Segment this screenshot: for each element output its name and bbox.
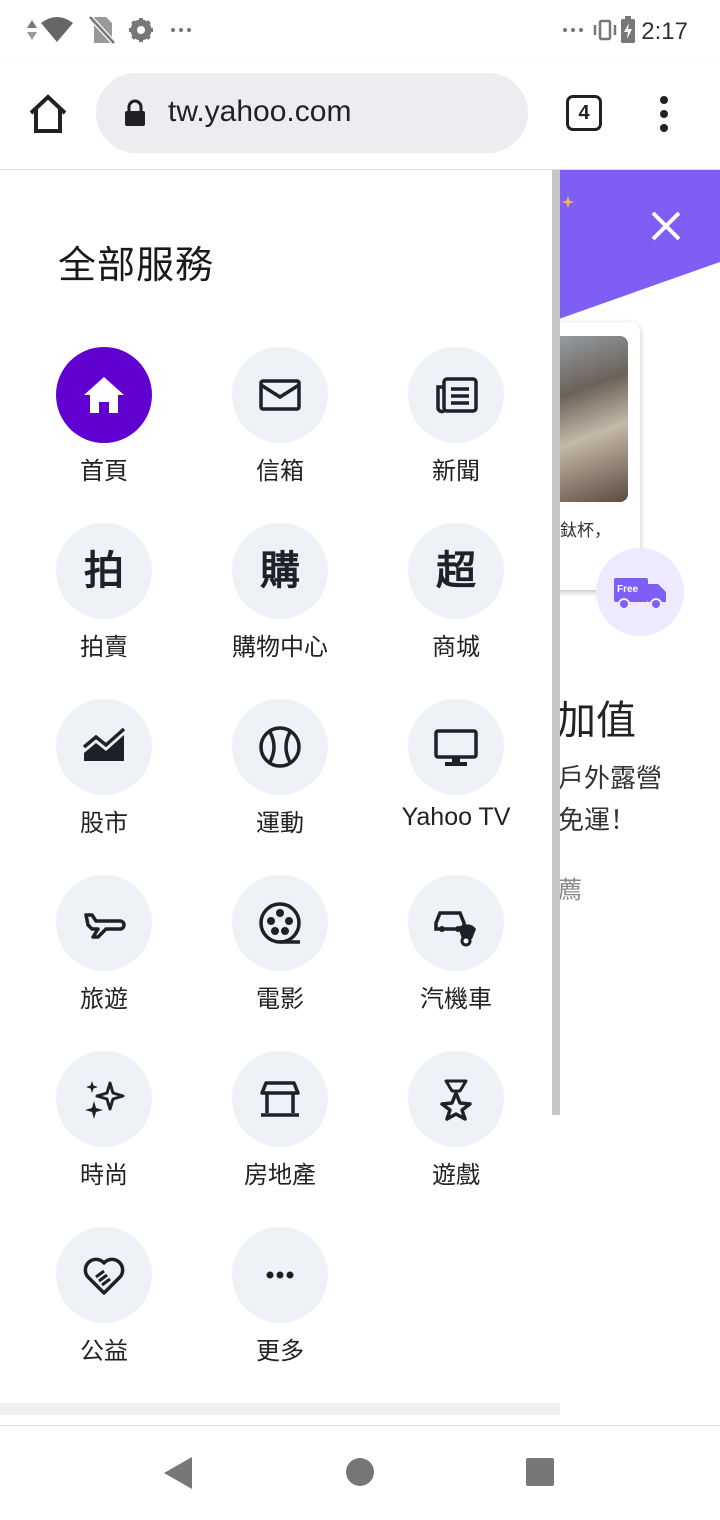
- service-sports[interactable]: 運動: [192, 699, 368, 875]
- tab-count: 4: [578, 101, 590, 124]
- service-stock[interactable]: 股市: [16, 699, 192, 875]
- service-realestate[interactable]: 房地產: [192, 1051, 368, 1227]
- browser-toolbar: tw.yahoo.com 4: [0, 64, 720, 170]
- home-icon: [29, 94, 67, 133]
- service-label: 運動: [256, 809, 304, 837]
- promo-card-text: 鈦杯，: [560, 521, 611, 541]
- promo-headline: 加值: [556, 698, 636, 744]
- service-more[interactable]: 更多: [192, 1227, 368, 1403]
- free-shipping-badge[interactable]: Free: [596, 548, 684, 636]
- tv-monitor-icon: [408, 699, 504, 795]
- drawer-title: 全部服務: [58, 243, 215, 287]
- service-label: 商城: [432, 633, 480, 661]
- signal-arrows-icon: [26, 14, 38, 46]
- service-fashion[interactable]: 時尚: [16, 1051, 192, 1227]
- mall-icon: 超: [408, 523, 504, 619]
- service-label: 電影: [256, 985, 304, 1013]
- service-label: 時尚: [80, 1161, 128, 1189]
- shopping-icon: 購: [232, 523, 328, 619]
- service-movies[interactable]: 電影: [192, 875, 368, 1051]
- service-label: 購物中心: [232, 633, 328, 661]
- home-button[interactable]: [26, 92, 70, 136]
- service-label: 更多: [256, 1337, 304, 1365]
- status-bar: 2:17: [0, 0, 720, 64]
- promo-banner: [556, 170, 720, 320]
- product-photo: [556, 336, 628, 502]
- service-news[interactable]: 新聞: [368, 347, 544, 523]
- more-dots-icon: [170, 14, 192, 46]
- service-label: 房地產: [244, 1161, 316, 1189]
- service-yahoo-tv[interactable]: Yahoo TV: [368, 699, 544, 875]
- service-label: 首頁: [80, 457, 128, 485]
- service-label: 新聞: [432, 457, 480, 485]
- free-badge-text: Free: [617, 584, 639, 595]
- truck-icon: Free: [614, 578, 666, 610]
- all-services-drawer: 全部服務 首頁 信箱 新聞 拍 拍賣 購 購物中心 超 商城 股市 運動 Yah…: [0, 170, 556, 1410]
- mail-icon: [232, 347, 328, 443]
- drawer-scrollbar[interactable]: [552, 170, 560, 1115]
- status-time: 2:17: [641, 18, 688, 45]
- promo-small: 薦: [558, 876, 582, 904]
- back-triangle-icon: [164, 1457, 192, 1489]
- home-icon: [56, 347, 152, 443]
- service-label: 遊戲: [432, 1161, 480, 1189]
- service-autos[interactable]: 汽機車: [368, 875, 544, 1051]
- game-star-icon: [408, 1051, 504, 1147]
- drawer-bottom-divider: [0, 1403, 560, 1415]
- more-dots-icon: [232, 1227, 328, 1323]
- more-dots-icon: [562, 14, 584, 46]
- news-icon: [408, 347, 504, 443]
- service-label: 旅遊: [80, 985, 128, 1013]
- car-scooter-icon: [408, 875, 504, 971]
- recents-button[interactable]: [524, 1456, 556, 1492]
- system-navigation-bar: [0, 1425, 720, 1520]
- url-text: tw.yahoo.com: [168, 95, 352, 128]
- back-button[interactable]: [160, 1454, 196, 1496]
- gear-icon: [128, 14, 154, 46]
- promo-line-2: 免運！: [558, 806, 637, 836]
- background-page: 鈦杯， Free 加值 戶外露營 免運！ 薦: [556, 170, 720, 1425]
- stock-chart-icon: [56, 699, 152, 795]
- service-mail[interactable]: 信箱: [192, 347, 368, 523]
- baseball-icon: [232, 699, 328, 795]
- promo-line-1: 戶外露營: [558, 764, 663, 794]
- service-mall[interactable]: 超 商城: [368, 523, 544, 699]
- sparkles-icon: [56, 1051, 152, 1147]
- house-icon: [232, 1051, 328, 1147]
- vibrate-icon: [592, 14, 618, 46]
- lock-icon: [124, 99, 146, 127]
- battery-charging-icon: [620, 14, 636, 46]
- service-home[interactable]: 首頁: [16, 347, 192, 523]
- no-sim-icon: [88, 14, 116, 46]
- tab-switcher-button[interactable]: 4: [566, 95, 602, 131]
- service-label: 拍賣: [80, 633, 128, 661]
- service-travel[interactable]: 旅遊: [16, 875, 192, 1051]
- service-label: 股市: [80, 809, 128, 837]
- home-circle-icon: [346, 1458, 374, 1486]
- film-reel-icon: [232, 875, 328, 971]
- heart-hand-icon: [56, 1227, 152, 1323]
- home-nav-button[interactable]: [344, 1456, 376, 1492]
- overflow-menu-button[interactable]: [650, 94, 678, 134]
- airplane-icon: [56, 875, 152, 971]
- recents-square-icon: [526, 1458, 554, 1486]
- auction-icon: 拍: [56, 523, 152, 619]
- service-games[interactable]: 遊戲: [368, 1051, 544, 1227]
- service-label: 信箱: [256, 457, 304, 485]
- service-label: 公益: [80, 1337, 128, 1365]
- service-label: 汽機車: [420, 985, 492, 1013]
- service-label: Yahoo TV: [401, 803, 511, 831]
- close-icon[interactable]: [648, 208, 684, 244]
- url-bar[interactable]: tw.yahoo.com: [96, 73, 528, 153]
- overflow-menu-icon: [660, 96, 668, 132]
- wifi-icon: [40, 14, 74, 46]
- service-shopping[interactable]: 購 購物中心: [192, 523, 368, 699]
- service-auction[interactable]: 拍 拍賣: [16, 523, 192, 699]
- service-charity[interactable]: 公益: [16, 1227, 192, 1403]
